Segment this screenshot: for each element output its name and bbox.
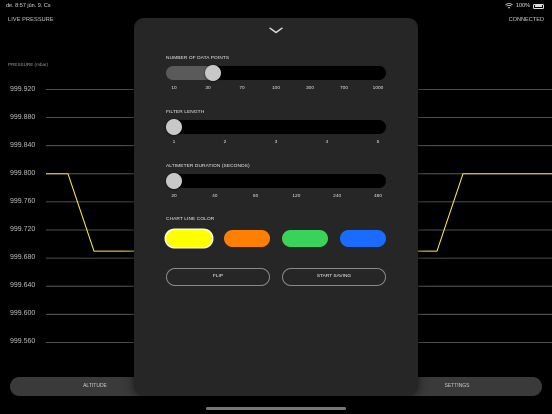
slider-tick-label: 40 (212, 194, 218, 199)
slider-tick-label: 240 (333, 194, 342, 199)
y-tick-label: 999.640 (10, 282, 36, 290)
altimeter-duration-label: ALTIMETER DURATION (SECONDS) (166, 164, 250, 169)
data-points-label: NUMBER OF DATA POINTS (166, 56, 230, 61)
slider-tick-label: 300 (305, 86, 315, 91)
slider-tick-label: 2 (223, 140, 227, 145)
slider-tick-label: 1 (172, 140, 176, 145)
slider-tick-label: 480 (373, 194, 383, 199)
slider-tick-label: 120 (292, 194, 301, 199)
data-points-thumb[interactable] (204, 65, 221, 81)
altimeter-duration-slider[interactable] (166, 173, 386, 189)
data-points-ticks: 10 30 70 100 300 700 1000 (166, 86, 386, 93)
color-swatch-green[interactable] (282, 230, 328, 247)
slider-tick-label: 70 (239, 86, 245, 91)
y-tick-label: 999.720 (10, 226, 36, 233)
y-tick-label: 999.560 (10, 338, 36, 346)
slider-tick-label: 3 (274, 140, 278, 145)
y-tick-label: 999.800 (10, 169, 36, 177)
y-tick-label: 999.680 (10, 254, 36, 262)
color-swatch-yellow[interactable] (166, 230, 212, 247)
slider-tick-label: 10 (171, 86, 177, 91)
filter-length-ticks: 1 2 3 4 5 (166, 140, 386, 147)
y-tick-label: 999.880 (10, 113, 36, 121)
settings-sheet: NUMBER OF DATA POINTS 10 30 70 100 300 700 100… (134, 18, 418, 396)
y-tick-label: 999.600 (10, 310, 36, 318)
slider-tick-label: 60 (252, 194, 259, 199)
start-saving-button[interactable]: START SAVING (282, 268, 386, 286)
chart-line-color-label: CHART LINE COLOR (166, 217, 215, 222)
home-indicator (206, 407, 346, 410)
slider-tick-label: 20 (171, 194, 177, 199)
flip-button[interactable]: FLIP (166, 268, 270, 286)
altimeter-duration-thumb[interactable] (166, 173, 182, 189)
data-points-slider[interactable] (166, 65, 386, 81)
slider-tick-label: 1000 (372, 86, 384, 91)
y-tick-label: 999.920 (10, 85, 36, 93)
filter-length-slider[interactable] (166, 119, 386, 135)
y-tick-label: 999.840 (10, 141, 36, 149)
slider-tick-label: 4 (325, 140, 329, 145)
altimeter-duration-ticks: 20 40 60 120 240 480 (166, 194, 386, 201)
filter-length-label: FILTER LENGTH (166, 110, 205, 115)
slider-tick-label: 30 (205, 86, 211, 91)
y-tick-label: 999.760 (10, 197, 36, 205)
slider-tick-label: 700 (339, 86, 349, 91)
chevron-down-icon[interactable] (269, 27, 283, 34)
slider-tick-label: 5 (376, 140, 380, 145)
color-swatch-blue[interactable] (340, 230, 386, 247)
filter-length-thumb[interactable] (166, 119, 182, 135)
color-swatch-orange[interactable] (224, 230, 270, 247)
slider-tick-label: 100 (271, 86, 281, 91)
